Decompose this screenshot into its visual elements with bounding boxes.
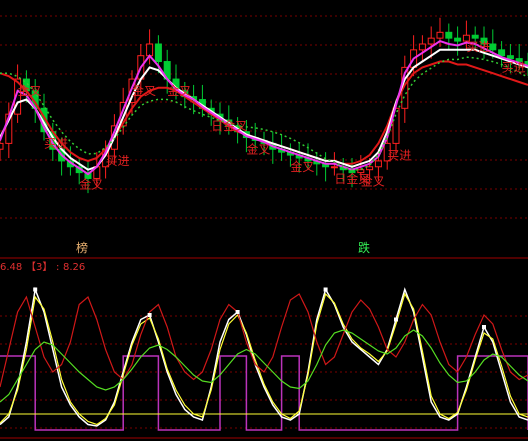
panel-badge-right: 跌 — [358, 240, 370, 255]
readout-colon: : — [56, 262, 59, 273]
candle-body — [498, 49, 506, 57]
indicator-lines — [0, 286, 528, 431]
candle-body — [330, 166, 338, 169]
candle-body — [489, 43, 497, 51]
candle-body — [154, 43, 162, 63]
signal-label: 金叉 — [132, 83, 156, 98]
indicator-readout: 6.48 【3】 : 8.26 — [0, 261, 85, 273]
candle-body — [506, 55, 514, 60]
signal-label: 买进 — [387, 148, 411, 162]
candle-body — [0, 142, 4, 150]
extreme-marker — [323, 287, 328, 292]
signal-label: 买进 — [466, 40, 490, 54]
extreme-marker — [235, 310, 240, 314]
stock-chart-canvas: 金叉买进金叉买进金叉 金叉日金叉金叉金叉日金叉金叉买进买进买进 榜 跌 6.48 … — [0, 15, 528, 439]
readout-value-2: 8.26 — [63, 262, 85, 273]
extreme-marker — [147, 313, 152, 317]
kdj-yellow-line — [0, 292, 528, 426]
kdj-red-line — [0, 293, 528, 388]
candle-body — [374, 160, 382, 168]
panel-badges: 榜 跌 — [76, 240, 370, 255]
signal-label: 金叉 — [361, 174, 385, 189]
signal-label: 金叉 — [79, 177, 103, 192]
signal-label: 买进 — [106, 154, 130, 168]
candle-body — [427, 37, 435, 45]
signal-label: 金叉 — [290, 159, 314, 174]
signal-label: 金叉 — [167, 83, 191, 98]
signal-label: 金叉 — [246, 142, 270, 157]
readout-value-1: 6.48 — [0, 262, 22, 273]
candle-body — [418, 43, 426, 51]
extreme-marker — [33, 287, 38, 292]
candle-body — [146, 43, 154, 57]
panel-badge-left: 榜 — [76, 240, 88, 255]
readout-param: 【3】 — [26, 261, 52, 273]
signal-label: 买进 — [502, 61, 526, 75]
candle-body — [471, 34, 479, 39]
kdj-green-line — [0, 329, 528, 403]
extreme-marker — [394, 317, 398, 322]
signal-label: 买进 — [44, 137, 68, 151]
extreme-marker — [482, 325, 486, 329]
candle-body — [454, 37, 462, 42]
signal-label: 日金叉 — [211, 118, 247, 133]
candle-body — [436, 31, 444, 39]
signal-label: 金叉 — [18, 83, 42, 98]
kdj-white-line — [0, 286, 528, 427]
candle-body — [445, 31, 453, 39]
candle-body — [366, 166, 374, 171]
